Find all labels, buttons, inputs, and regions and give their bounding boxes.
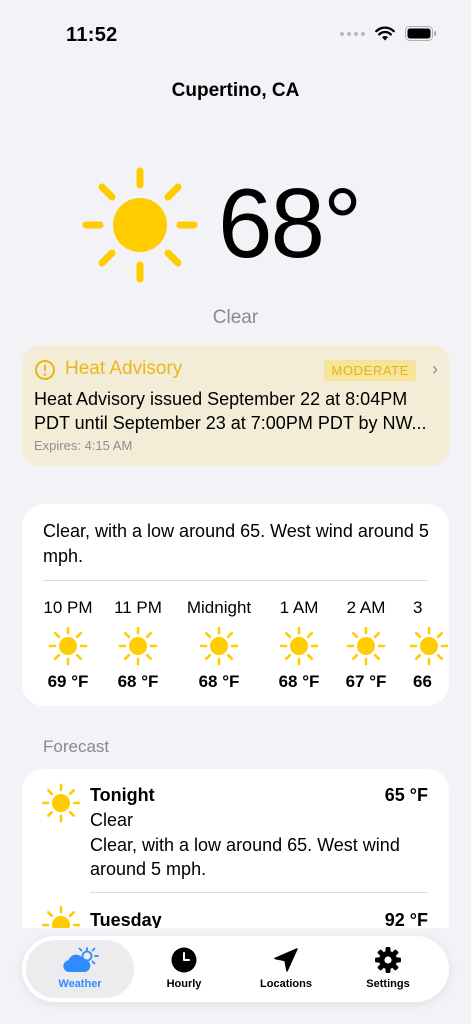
hourly-item: 3 66 <box>409 598 449 692</box>
tab-settings[interactable]: Settings <box>334 940 442 998</box>
sun-icon <box>118 626 158 666</box>
location-arrow-icon <box>274 948 298 972</box>
divider <box>90 892 428 893</box>
wifi-icon <box>375 26 395 41</box>
status-icons <box>340 26 437 41</box>
advisory-body: Heat Advisory issued September 22 at 8:0… <box>34 389 427 433</box>
current-temperature: 68° <box>218 168 362 278</box>
tab-hourly[interactable]: Hourly <box>130 940 238 998</box>
tab-label: Settings <box>366 978 410 990</box>
tab-label: Locations <box>260 978 312 990</box>
hourly-temp: 67 °F <box>345 672 387 691</box>
sun-icon <box>346 626 386 666</box>
tab-weather[interactable]: Weather <box>26 940 134 998</box>
forecast-period-temp: 65 °F <box>384 785 428 805</box>
heat-advisory-card[interactable]: Heat Advisory MODERATE › Heat Advisory i… <box>22 345 450 466</box>
sun-icon <box>82 167 198 283</box>
hourly-temp: 66 <box>413 672 432 691</box>
hourly-time: 2 AM <box>346 598 386 617</box>
hourly-item: 1 AM 68 °F <box>264 598 334 692</box>
hourly-item: 2 AM 67 °F <box>331 598 401 692</box>
cellular-signal-icon <box>340 31 365 36</box>
forecast-period-description: Clear, with a low around 65. West wind a… <box>90 835 400 879</box>
sun-icon <box>41 783 81 823</box>
hourly-temp: 68 °F <box>278 672 320 691</box>
hourly-item: Midnight 68 °F <box>184 598 254 692</box>
hourly-summary-card[interactable]: Clear, with a low around 65. West wind a… <box>22 504 449 706</box>
forecast-period-condition: Clear <box>90 810 134 830</box>
tab-label: Hourly <box>166 978 202 990</box>
severity-badge: MODERATE <box>324 360 416 381</box>
sun-icon <box>48 626 88 666</box>
advisory-title: Heat Advisory <box>65 358 183 379</box>
hourly-time: 1 AM <box>279 598 319 617</box>
location-title: Cupertino, CA <box>171 80 300 101</box>
sun-icon <box>409 626 449 666</box>
warning-circle-icon <box>35 360 55 380</box>
forecast-period-name: Tonight <box>90 785 155 805</box>
divider <box>43 580 428 581</box>
clock-icon <box>171 947 197 973</box>
hourly-time: 11 PM <box>114 598 162 617</box>
sun-icon <box>199 626 239 666</box>
hourly-time: 3 <box>413 598 423 617</box>
hourly-temp: 68 °F <box>117 672 159 691</box>
chevron-right-icon: › <box>432 359 438 379</box>
cloud-sun-icon <box>63 947 99 972</box>
hourly-temp: 68 °F <box>198 672 240 691</box>
gear-icon <box>375 947 401 973</box>
sun-icon <box>279 626 319 666</box>
hourly-temp: 69 °F <box>47 672 89 691</box>
tab-bar: Weather Hourly Locations Settings <box>22 936 449 1002</box>
forecast-section-label: Forecast <box>43 737 110 756</box>
hourly-summary-text: Clear, with a low around 65. West wind a… <box>43 521 429 566</box>
tab-locations[interactable]: Locations <box>232 940 340 998</box>
current-condition: Clear <box>212 307 259 328</box>
battery-icon <box>405 26 437 41</box>
hourly-item: 10 PM 69 °F <box>33 598 103 692</box>
status-time: 11:52 <box>66 24 118 46</box>
hourly-item: 11 PM 68 °F <box>103 598 173 692</box>
advisory-expires: Expires: 4:15 AM <box>34 438 133 453</box>
hourly-time: 10 PM <box>43 598 93 617</box>
tab-label: Weather <box>58 978 102 990</box>
hourly-time: Midnight <box>186 598 252 617</box>
